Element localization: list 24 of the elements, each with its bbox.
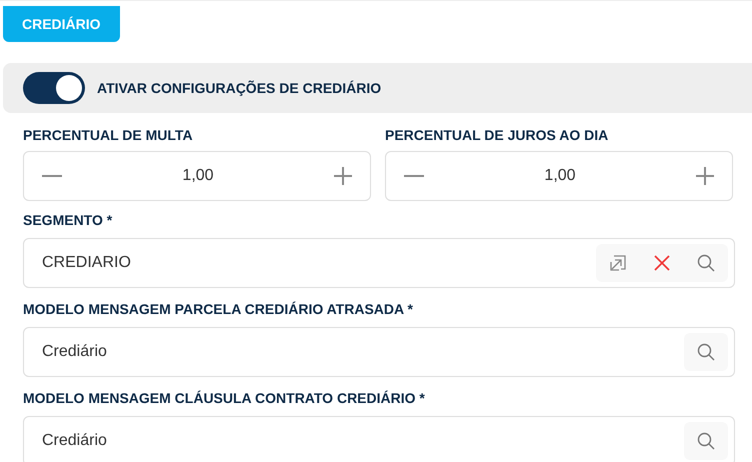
toggle-switch[interactable] xyxy=(23,72,85,104)
number-stepper[interactable]: 1,00 xyxy=(23,151,371,201)
number-stepper[interactable]: 1,00 xyxy=(385,151,733,201)
field-label: SEGMENTO * xyxy=(23,212,114,229)
search-icon xyxy=(696,342,716,362)
search-icon xyxy=(696,431,716,451)
field-label: MODELO MENSAGEM PARCELA CREDIÁRIO ATRASADA * xyxy=(23,301,414,318)
field-label: PERCENTUAL DE MULTA xyxy=(23,127,194,144)
arrow-box-icon xyxy=(609,254,627,272)
field-value: Crediário xyxy=(42,431,108,451)
field-label: MODELO MENSAGEM CLÁUSULA CONTRATO CREDIÁRIO * xyxy=(23,390,426,407)
field-label: PERCENTUAL DE JUROS AO DIA xyxy=(385,127,610,144)
stepper-value: 1,00 xyxy=(543,166,577,186)
search-icon xyxy=(696,253,716,273)
lookup-field[interactable]: Crediário xyxy=(23,327,735,377)
lookup-field[interactable]: CREDIARIO xyxy=(23,238,735,288)
toggle-label: ATIVAR CONFIGURAÇÕES DE CREDIÁRIO xyxy=(97,78,382,98)
stepper-value: 1,00 xyxy=(181,166,215,186)
field-value: Crediário xyxy=(42,342,108,362)
lookup-field[interactable]: Crediário xyxy=(23,416,735,462)
field-value: CREDIARIO xyxy=(42,253,132,273)
plus-icon[interactable] xyxy=(334,167,352,185)
plus-icon[interactable] xyxy=(696,167,714,185)
close-icon xyxy=(653,254,671,272)
